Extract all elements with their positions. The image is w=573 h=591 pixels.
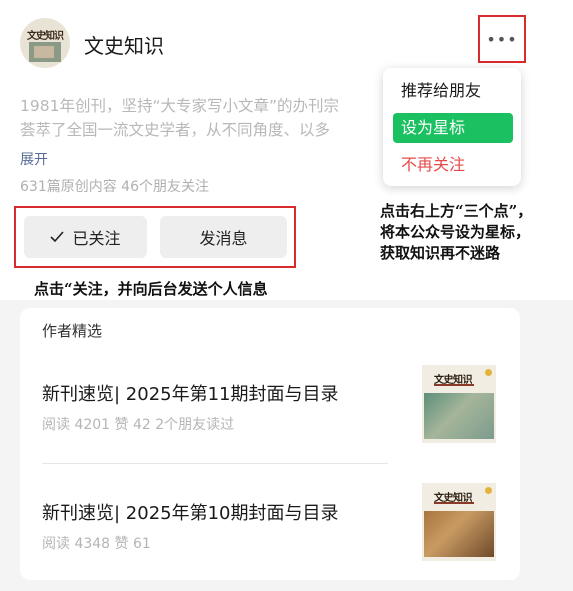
article-thumbnail[interactable]: 文史知识 bbox=[422, 365, 496, 443]
account-stats: 631篇原创内容 46个朋友关注 bbox=[20, 179, 209, 195]
divider bbox=[42, 463, 388, 464]
section-title: 作者精选 bbox=[42, 322, 103, 340]
followed-button[interactable]: 已关注 bbox=[24, 216, 147, 258]
ellipsis-icon[interactable]: ••• bbox=[480, 17, 524, 61]
thumbnail-artwork bbox=[424, 511, 494, 557]
thumbnail-badge bbox=[485, 487, 492, 494]
menu-unfollow[interactable]: 不再关注 bbox=[393, 150, 513, 180]
account-name: 文史知识 bbox=[84, 34, 164, 58]
expand-link[interactable]: 展开 bbox=[20, 149, 48, 169]
intro-line-1: 1981年创刊，坚持“大专家写小文章”的办刊宗 bbox=[20, 97, 340, 115]
send-message-label: 发消息 bbox=[199, 229, 248, 248]
article-title[interactable]: 新刊速览| 2025年第11期封面与目录 bbox=[42, 380, 339, 406]
featured-articles-card: 作者精选 新刊速览| 2025年第11期封面与目录 阅读 4201 赞 42 2… bbox=[20, 308, 520, 580]
article-meta: 阅读 4201 赞 42 2个朋友读过 bbox=[42, 417, 235, 433]
thumbnail-rule bbox=[434, 502, 474, 504]
avatar-text: 文史知识 bbox=[27, 31, 64, 42]
annotation-follow-tip: 点击“关注，并向后台发送个人信息 bbox=[34, 280, 268, 298]
menu-recommend-to-friend[interactable]: 推荐给朋友 bbox=[393, 76, 513, 106]
avatar[interactable]: 文史知识 bbox=[20, 18, 70, 68]
intro-line-2: 荟萃了全国一流文史学者，从不同角度、以多 bbox=[20, 121, 331, 139]
annotation-star-line-3: 获取知识再不迷路 bbox=[380, 244, 501, 262]
more-button-highlight: ••• bbox=[478, 15, 526, 63]
thumbnail-badge bbox=[485, 369, 492, 376]
article-title[interactable]: 新刊速览| 2025年第10期封面与目录 bbox=[42, 499, 339, 525]
thumbnail-rule bbox=[434, 384, 474, 386]
followed-label: 已关注 bbox=[72, 229, 121, 248]
article-meta: 阅读 4348 赞 61 bbox=[42, 536, 151, 552]
more-menu: 推荐给朋友 设为星标 不再关注 bbox=[383, 68, 521, 186]
check-icon bbox=[50, 231, 65, 243]
menu-set-as-star[interactable]: 设为星标 bbox=[393, 113, 513, 143]
article-thumbnail[interactable]: 文史知识 bbox=[422, 483, 496, 561]
annotation-star-line-1: 点击右上方“三个点”， bbox=[380, 202, 533, 220]
annotation-star-tip: 点击右上方“三个点”， 将本公众号设为星标， 获取知识再不迷路 bbox=[380, 201, 570, 264]
send-message-button[interactable]: 发消息 bbox=[160, 216, 287, 258]
avatar-artwork-detail bbox=[34, 46, 54, 58]
annotation-star-line-2: 将本公众号设为星标， bbox=[380, 223, 531, 241]
thumbnail-artwork bbox=[424, 393, 494, 439]
account-intro: 1981年创刊，坚持“大专家写小文章”的办刊宗 荟萃了全国一流文史学者，从不同角… bbox=[20, 94, 388, 140]
